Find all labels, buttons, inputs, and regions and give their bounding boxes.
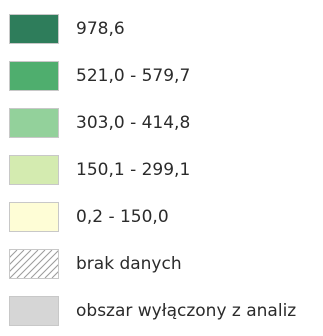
legend-label: 150,1 - 299,1 (76, 160, 191, 180)
legend-swatch (9, 14, 59, 44)
legend-label: brak danych (76, 254, 182, 274)
legend-label: 303,0 - 414,8 (76, 113, 191, 133)
legend-swatch (9, 61, 59, 91)
legend-label: 0,2 - 150,0 (76, 207, 169, 227)
legend-item: brak danych (0, 245, 323, 285)
legend-swatch-hatched (9, 249, 59, 279)
legend-swatch (9, 108, 59, 138)
legend-item: 521,0 - 579,7 (0, 57, 323, 97)
map-legend: 978,6 521,0 - 579,7 303,0 - 414,8 150,1 … (0, 0, 323, 336)
legend-item: 303,0 - 414,8 (0, 104, 323, 144)
legend-label: 978,6 (76, 19, 125, 39)
legend-item: 0,2 - 150,0 (0, 198, 323, 238)
legend-item: 978,6 (0, 10, 323, 50)
legend-label: 521,0 - 579,7 (76, 66, 191, 86)
legend-label: obszar wyłączony z analiz (76, 301, 297, 321)
legend-item: 150,1 - 299,1 (0, 151, 323, 191)
legend-swatch (9, 155, 59, 185)
hatch-pattern-icon (10, 250, 58, 278)
legend-swatch (9, 296, 59, 326)
legend-swatch (9, 202, 59, 232)
legend-item: obszar wyłączony z analiz (0, 292, 323, 332)
